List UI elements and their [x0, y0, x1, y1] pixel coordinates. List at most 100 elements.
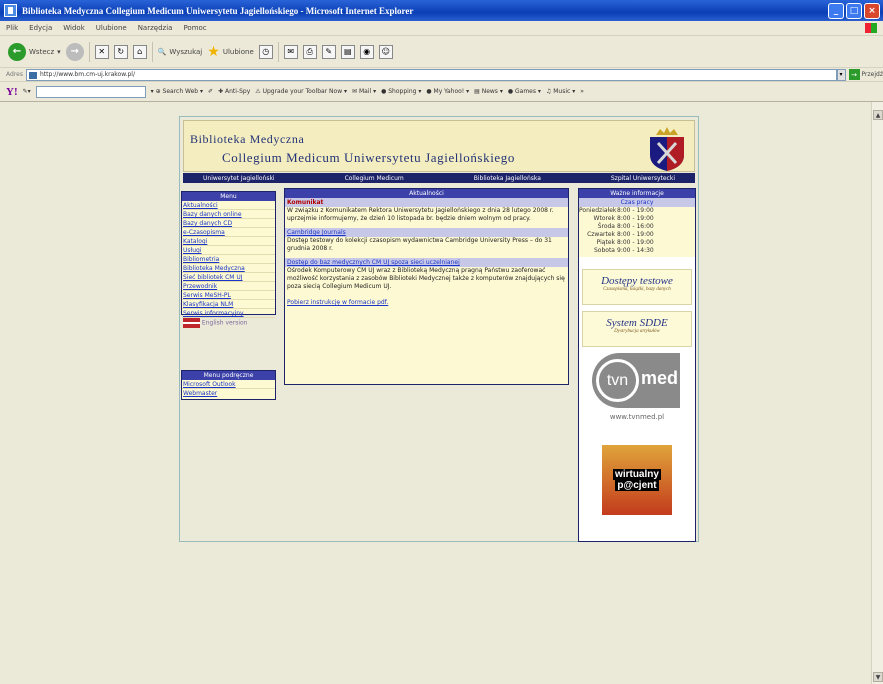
- ie-icon: [4, 4, 17, 17]
- tvnmed-banner[interactable]: tvn med www.tvnmed.pl: [592, 353, 682, 431]
- go-button[interactable]: → Przejdź: [848, 69, 883, 80]
- home-icon[interactable]: ⌂: [132, 44, 147, 59]
- edit-icon[interactable]: ✎: [321, 44, 336, 59]
- menu-item-bazy-cd[interactable]: Bazy danych CD: [182, 219, 275, 228]
- stop-icon[interactable]: ✕: [94, 44, 109, 59]
- maximize-button[interactable]: □: [846, 3, 862, 19]
- refresh-icon[interactable]: ↻: [113, 44, 128, 59]
- nav-link-uj[interactable]: Uniwersytet Jagielloński: [203, 175, 275, 182]
- search-icon: 🔍: [157, 47, 167, 56]
- nav-link-cm[interactable]: Collegium Medicum: [345, 175, 404, 182]
- tvnmed-logo: tvn med: [592, 353, 680, 408]
- menu-edit[interactable]: Edycja: [29, 24, 52, 32]
- cambridge-text: Dostęp testowy do kolekcji czasopism wyd…: [287, 237, 552, 252]
- mail-icon[interactable]: ✉: [283, 44, 298, 59]
- submenu-item-outlook[interactable]: Microsoft Outlook: [182, 380, 275, 389]
- yahoo-news-button[interactable]: ▤ News ▾: [474, 88, 503, 95]
- test-access-banner[interactable]: Dostępy testowe Czasopisma, książki, baz…: [582, 269, 692, 305]
- menu-tools[interactable]: Narzędzia: [138, 24, 173, 32]
- menu-item-biblioteka[interactable]: Biblioteka Medyczna: [182, 264, 275, 273]
- pdf-instructions-link[interactable]: Pobierz instrukcję w formacie pdf.: [285, 299, 568, 307]
- yahoo-logo[interactable]: Y!: [6, 86, 18, 98]
- research-icon[interactable]: ◉: [359, 44, 374, 59]
- yahoo-search-web-button[interactable]: ▾ ⊕ Search Web ▾: [151, 88, 203, 95]
- close-button[interactable]: ×: [864, 3, 880, 19]
- university-crest-icon: [650, 127, 684, 171]
- back-arrow-icon: ←: [8, 42, 26, 61]
- favorites-button[interactable]: ★ Ulubione: [207, 44, 253, 60]
- menubar: Plik Edycja Widok Ulubione Narzędzia Pom…: [0, 21, 883, 36]
- menu-item-serwis[interactable]: Serwis informacyjny: [182, 309, 275, 318]
- menu-item-przewodnik[interactable]: Przewodnik: [182, 282, 275, 291]
- yahoo-myyahoo-button[interactable]: ● My Yahoo! ▾: [426, 88, 469, 95]
- history-icon[interactable]: ◷: [258, 44, 273, 59]
- menu-item-uslugi[interactable]: Usługi: [182, 246, 275, 255]
- submenu-header: Menu podręczne: [182, 371, 275, 380]
- sdde-banner[interactable]: System SDDE Dystrybucja artykułów: [582, 311, 692, 347]
- menu-item-nlm[interactable]: Klasyfikacja NLM: [182, 300, 275, 309]
- scroll-up-icon[interactable]: ▲: [873, 110, 883, 120]
- back-button[interactable]: ← Wstecz ▾: [8, 42, 61, 61]
- cambridge-link[interactable]: Cambridge Journals: [285, 228, 568, 237]
- yahoo-upgrade-button[interactable]: ⚠ Upgrade your Toolbar Now ▾: [255, 88, 347, 95]
- site-title: Biblioteka Medyczna: [190, 132, 305, 146]
- highlighter-icon[interactable]: ✐: [208, 88, 213, 95]
- yahoo-search-input[interactable]: [35, 85, 146, 98]
- hours-row: Poniedziałek 8:00 - 19:00: [579, 207, 654, 214]
- go-arrow-icon: →: [848, 69, 860, 80]
- menu-favorites[interactable]: Ulubione: [96, 24, 127, 32]
- nav-link-szpital[interactable]: Szpital Uniwersytecki: [611, 175, 675, 182]
- menu-view[interactable]: Widok: [63, 24, 85, 32]
- komunikat-title: Komunikat: [285, 198, 568, 207]
- messenger-icon[interactable]: ☺: [378, 44, 393, 59]
- yahoo-games-button[interactable]: ● Games ▾: [508, 88, 541, 95]
- info-header: Ważne informacje: [579, 189, 695, 198]
- yahoo-shopping-button[interactable]: ● Shopping ▾: [381, 88, 421, 95]
- forward-button[interactable]: →: [65, 42, 84, 61]
- toolbar: ← Wstecz ▾ → ✕ ↻ ⌂ 🔍 Wyszukaj ★ Ulubione ◷ …: [0, 36, 883, 68]
- folder-icon[interactable]: ▤: [340, 44, 355, 59]
- menu-item-katalogi[interactable]: Katalogi: [182, 237, 275, 246]
- menu-item-aktualnosci[interactable]: Aktualności: [182, 201, 275, 210]
- toolbar-separator: [88, 41, 90, 62]
- toolbar-separator: [277, 41, 279, 62]
- toolbar-separator: [151, 41, 153, 62]
- menu-file[interactable]: Plik: [6, 24, 18, 32]
- menu-help[interactable]: Pomoc: [183, 24, 206, 32]
- window-titlebar: Biblioteka Medyczna Collegium Medicum Un…: [0, 0, 883, 21]
- wirtualny-pacjent-banner[interactable]: wirtualny p@cjent: [602, 445, 672, 515]
- vertical-scrollbar[interactable]: ▲ ▼: [871, 102, 883, 684]
- hours-row: Wtorek 8:00 - 19:00: [593, 215, 654, 222]
- minimize-button[interactable]: _: [828, 3, 844, 19]
- menu-header: Menu: [182, 192, 275, 201]
- yahoo-music-button[interactable]: ♫ Music ▾: [546, 88, 575, 95]
- menu-item-siec[interactable]: Sieć bibliotek CM UJ: [182, 273, 275, 282]
- star-icon: ★: [207, 43, 220, 60]
- yahoo-toolbar: Y! ✎▾ ▾ ⊕ Search Web ▾ ✐ ✚ Anti-Spy ⚠ Up…: [0, 82, 883, 102]
- menu-item-e-czasopisma[interactable]: e-Czasopisma: [182, 228, 275, 237]
- site-subtitle: Collegium Medicum Uniwersytetu Jagielloń…: [222, 150, 515, 165]
- pen-icon[interactable]: ✎▾: [23, 88, 31, 95]
- top-navigation: Uniwersytet Jagielloński Collegium Medic…: [183, 173, 695, 183]
- windows-logo-icon: [865, 23, 877, 33]
- print-icon[interactable]: ⎙: [302, 44, 317, 59]
- search-button[interactable]: 🔍 Wyszukaj: [158, 48, 203, 56]
- site-page: Biblioteka Medyczna Collegium Medicum Un…: [179, 116, 699, 542]
- submenu-item-webmaster[interactable]: Webmaster: [182, 389, 275, 398]
- address-dropdown-icon[interactable]: ▾: [836, 68, 846, 81]
- menu-item-english[interactable]: English version: [182, 318, 275, 329]
- scroll-down-icon[interactable]: ▼: [873, 672, 883, 682]
- menu-item-mesh[interactable]: Serwis MeSH-PL: [182, 291, 275, 300]
- nav-link-bj[interactable]: Biblioteka Jagiellońska: [474, 175, 541, 182]
- address-bar: Adres http://www.bm.cm-uj.krakow.pl/ ▾ →…: [0, 68, 883, 82]
- menu-item-bazy-online[interactable]: Bazy danych online: [182, 210, 275, 219]
- komunikat-text: W związku z Komunikatem Rektora Uniwersy…: [287, 207, 554, 222]
- yahoo-mail-button[interactable]: ✉ Mail ▾: [352, 88, 376, 95]
- hours-row: Piątek 8:00 - 19:00: [596, 239, 654, 246]
- remote-access-text: Ośrodek Komputerowy CM UJ wraz z Bibliot…: [287, 267, 565, 290]
- address-input[interactable]: http://www.bm.cm-uj.krakow.pl/: [25, 68, 837, 81]
- remote-access-link[interactable]: Dostęp do baz medycznych CM UJ spoza sie…: [285, 258, 568, 267]
- yahoo-antispy-button[interactable]: ✚ Anti-Spy: [218, 88, 250, 95]
- menu-item-bibliometria[interactable]: Bibliometria: [182, 255, 275, 264]
- toolbar-overflow-icon[interactable]: »: [580, 88, 584, 95]
